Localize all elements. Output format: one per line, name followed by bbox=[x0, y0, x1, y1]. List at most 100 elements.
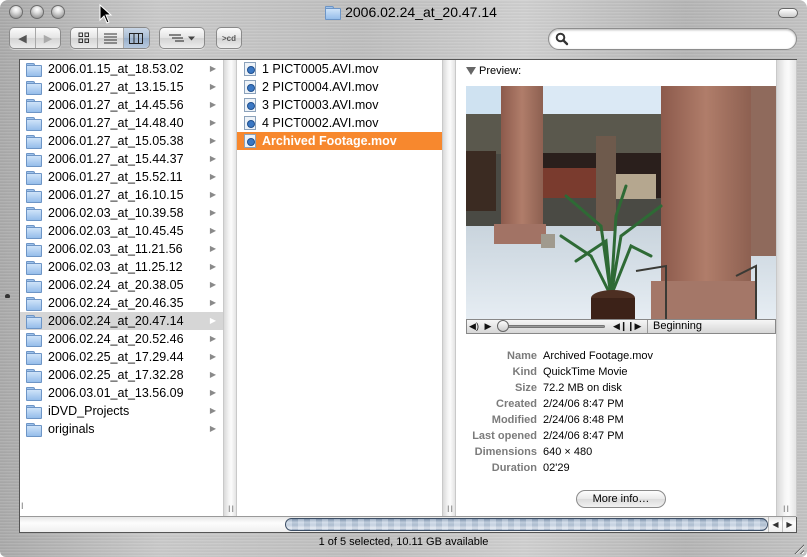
folder-icon bbox=[26, 188, 42, 203]
grip-icon: II bbox=[447, 504, 455, 514]
window-title-bar: 2006.02.24_at_20.47.14 bbox=[0, 3, 807, 21]
folder-name: 2006.03.01_at_13.56.09 bbox=[48, 386, 184, 400]
file-list-item[interactable]: 3 PICT0003.AVI.mov bbox=[237, 96, 442, 114]
info-value: 640 × 480 bbox=[543, 446, 593, 458]
step-back-button[interactable]: ◀❙ bbox=[613, 321, 627, 332]
disclosure-arrow-icon: ▶ bbox=[209, 406, 216, 415]
folder-list-item[interactable]: 2006.02.25_at_17.29.44 ▶ bbox=[20, 348, 223, 366]
info-key: Kind bbox=[512, 366, 537, 378]
mouse-pointer-icon bbox=[99, 3, 113, 24]
column-resize-handle[interactable]: II bbox=[442, 60, 456, 517]
disclosure-arrow-icon: ▶ bbox=[209, 280, 216, 289]
column-browser: 2006.01.15_at_18.53.02 ▶ 2006.01.27_at_13.… bbox=[19, 59, 797, 533]
vertical-scroll-track[interactable]: II bbox=[776, 60, 797, 517]
file-list-item[interactable]: 2 PICT0004.AVI.mov bbox=[237, 78, 442, 96]
folder-icon bbox=[325, 5, 342, 20]
folder-list-item[interactable]: 2006.02.24_at_20.47.14 ▶ bbox=[20, 312, 223, 330]
folder-list-item[interactable]: 2006.02.25_at_17.32.28 ▶ bbox=[20, 366, 223, 384]
folder-icon bbox=[26, 296, 42, 311]
scrollbar-thumb[interactable] bbox=[285, 518, 768, 531]
folder-name: 2006.01.27_at_14.45.56 bbox=[48, 98, 184, 112]
play-button[interactable]: ▶ bbox=[481, 321, 495, 332]
playhead-knob[interactable] bbox=[497, 320, 509, 332]
disclosure-arrow-icon: ▶ bbox=[209, 352, 216, 361]
disclosure-arrow-icon: ▶ bbox=[209, 118, 216, 127]
folder-list-item[interactable]: 2006.02.24_at_20.38.05 ▶ bbox=[20, 276, 223, 294]
folder-icon bbox=[26, 98, 42, 113]
preview-column: Preview: ◀) ▶ ◀❙ ❙▶ Beginning Name Archi… bbox=[456, 60, 776, 517]
folder-list-item[interactable]: 2006.01.27_at_15.52.11 ▶ bbox=[20, 168, 223, 186]
scroll-right-button[interactable]: ▶ bbox=[782, 517, 796, 532]
folder-list-item[interactable]: 2006.02.03_at_11.21.56 ▶ bbox=[20, 240, 223, 258]
info-key: Duration bbox=[491, 462, 537, 474]
list-view-button[interactable] bbox=[96, 28, 123, 48]
forward-button[interactable]: ▶ bbox=[34, 28, 60, 48]
folder-list-item[interactable]: 2006.02.03_at_10.45.45 ▶ bbox=[20, 222, 223, 240]
folder-list-item[interactable]: 2006.01.27_at_14.45.56 ▶ bbox=[20, 96, 223, 114]
info-row: Dimensions 640 × 480 bbox=[466, 444, 766, 460]
arrange-menu-button[interactable] bbox=[159, 27, 205, 49]
folder-list-item[interactable]: 2006.01.27_at_13.15.15 ▶ bbox=[20, 78, 223, 96]
folder-list-item[interactable]: 2006.02.03_at_11.25.12 ▶ bbox=[20, 258, 223, 276]
folder-list-item[interactable]: 2006.03.01_at_13.56.09 ▶ bbox=[20, 384, 223, 402]
volume-button[interactable]: ◀) bbox=[467, 321, 481, 332]
folder-name: 2006.02.24_at_20.46.35 bbox=[48, 296, 184, 310]
info-row: Last opened 2/24/06 8:47 PM bbox=[466, 428, 766, 444]
disclosure-arrow-icon: ▶ bbox=[209, 136, 216, 145]
grip-icon: II bbox=[228, 504, 236, 514]
folder-list-item[interactable]: 2006.01.27_at_14.48.40 ▶ bbox=[20, 114, 223, 132]
folder-list-item[interactable]: 2006.01.27_at_15.44.37 ▶ bbox=[20, 150, 223, 168]
folder-list-item[interactable]: 2006.01.27_at_15.05.38 ▶ bbox=[20, 132, 223, 150]
horizontal-scrollbar[interactable]: ◀ ▶ bbox=[20, 516, 796, 532]
file-name: 4 PICT0002.AVI.mov bbox=[262, 116, 379, 130]
info-value: 2/24/06 8:47 PM bbox=[543, 430, 624, 442]
more-info-button[interactable]: More info… bbox=[576, 490, 666, 508]
drawer-grip[interactable] bbox=[5, 294, 10, 298]
finder-window: 2006.02.24_at_20.47.14 ◀ ▶ >cd 2006.01.1… bbox=[0, 0, 807, 557]
view-mode-control bbox=[70, 27, 150, 49]
folder-name: 2006.02.03_at_11.21.56 bbox=[48, 242, 183, 256]
status-bar: 1 of 5 selected, 10.11 GB available bbox=[318, 536, 489, 548]
disclosure-arrow-icon: ▶ bbox=[209, 100, 216, 109]
quicktime-movie-icon bbox=[244, 134, 256, 148]
info-key: Size bbox=[514, 382, 537, 394]
column-resize-handle[interactable]: II bbox=[223, 60, 237, 517]
movie-controller: ◀) ▶ ◀❙ ❙▶ Beginning bbox=[466, 319, 776, 334]
folder-list-item[interactable]: originals ▶ bbox=[20, 420, 223, 438]
folder-name: iDVD_Projects bbox=[48, 404, 130, 418]
info-value: 72.2 MB on disk bbox=[543, 382, 622, 394]
column-view-button[interactable] bbox=[122, 28, 149, 48]
folder-list-item[interactable]: 2006.02.03_at_10.39.58 ▶ bbox=[20, 204, 223, 222]
toolbar-toggle-button[interactable] bbox=[778, 8, 798, 18]
file-list-item[interactable]: 4 PICT0002.AVI.mov bbox=[237, 114, 442, 132]
info-key: Dimensions bbox=[474, 446, 537, 458]
preview-disclosure[interactable]: Preview: bbox=[466, 65, 521, 77]
scroll-left-button[interactable]: ◀ bbox=[768, 517, 782, 532]
folder-icon bbox=[26, 278, 42, 293]
disclosure-arrow-icon: ▶ bbox=[209, 226, 216, 235]
folder-list-item[interactable]: iDVD_Projects ▶ bbox=[20, 402, 223, 420]
folder-name: 2006.02.03_at_10.45.45 bbox=[48, 224, 184, 238]
icon-view-button[interactable] bbox=[71, 28, 97, 48]
folder-list-item[interactable]: 2006.01.15_at_18.53.02 ▶ bbox=[20, 60, 223, 78]
folder-icon bbox=[26, 134, 42, 149]
info-key: Last opened bbox=[472, 430, 537, 442]
cd-button[interactable]: >cd bbox=[216, 27, 242, 49]
folder-name: 2006.02.24_at_20.38.05 bbox=[48, 278, 184, 292]
folder-list-item[interactable]: 2006.02.24_at_20.52.46 ▶ bbox=[20, 330, 223, 348]
file-list-item[interactable]: 1 PICT0005.AVI.mov bbox=[237, 60, 442, 78]
folder-name: originals bbox=[48, 422, 95, 436]
folder-list-item[interactable]: 2006.02.24_at_20.46.35 ▶ bbox=[20, 294, 223, 312]
search-input[interactable] bbox=[571, 31, 786, 47]
search-field[interactable] bbox=[548, 28, 797, 50]
folder-icon bbox=[26, 116, 42, 131]
folder-name: 2006.01.27_at_15.44.37 bbox=[48, 152, 184, 166]
disclosure-arrow-icon: ▶ bbox=[209, 208, 216, 217]
file-list-item[interactable]: Archived Footage.mov bbox=[237, 132, 442, 150]
quicktime-movie-icon bbox=[244, 80, 256, 94]
info-row: Size 72.2 MB on disk bbox=[466, 380, 766, 396]
playhead-slider[interactable] bbox=[497, 320, 605, 333]
back-button[interactable]: ◀ bbox=[10, 28, 35, 48]
step-forward-button[interactable]: ❙▶ bbox=[627, 321, 641, 332]
folder-list-item[interactable]: 2006.01.27_at_16.10.15 ▶ bbox=[20, 186, 223, 204]
